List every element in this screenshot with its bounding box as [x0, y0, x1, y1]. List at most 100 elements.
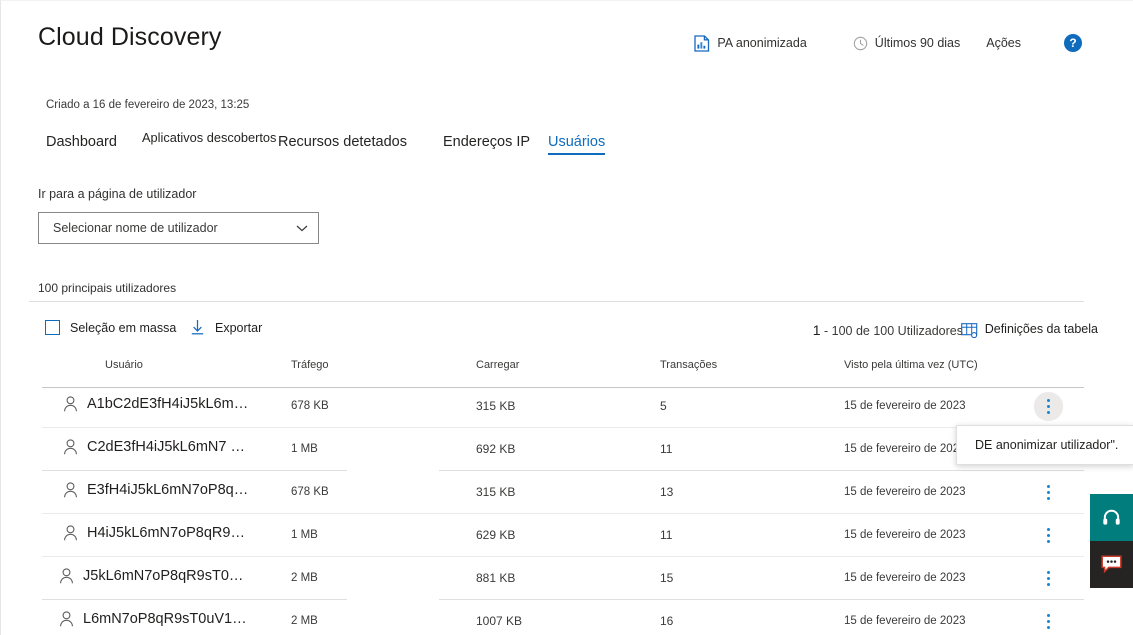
tab-discovered-apps[interactable]: Aplicativos descobertos	[142, 130, 276, 145]
person-icon	[64, 525, 77, 541]
time-range-label: Últimos 90 dias	[874, 36, 961, 50]
feedback-widget[interactable]	[1090, 541, 1133, 588]
cell-upload: 315 KB	[476, 399, 516, 413]
cell-user: H4iJ5kL6mN7oP8qR9…	[63, 525, 245, 541]
cell-user-name: E3fH4iJ5kL6mN7oP8q…	[87, 482, 249, 498]
anonymized-report-button[interactable]: PA anonimizada	[694, 34, 807, 52]
cell-user-name: J5kL6mN7oP8qR9sT0…	[83, 568, 244, 584]
cell-upload: 1007 KB	[476, 614, 523, 628]
cell-last-seen: 15 de fevereiro de 2023	[844, 486, 966, 498]
column-header-transactions[interactable]: Transações	[660, 359, 717, 371]
cell-last-seen: 15 de fevereiro de 2023	[844, 615, 966, 627]
created-timestamp: Criado a 16 de fevereiro de 2023, 13:25	[46, 99, 250, 111]
page-header: Cloud Discovery PA anonimizada Últimos 9…	[1, 1, 1133, 77]
clock-icon	[853, 36, 867, 50]
time-range-button[interactable]: Últimos 90 dias	[853, 36, 960, 51]
cell-upload: 629 KB	[476, 528, 516, 542]
cell-user: J5kL6mN7oP8qR9sT0…	[59, 568, 243, 584]
table-row[interactable]: L6mN7oP8qR9sT0uV1… 2 MB 1007 KB 16 15 de…	[1, 600, 1133, 635]
cell-traffic: 2 MB	[291, 572, 318, 584]
cell-traffic: 678 KB	[291, 486, 329, 498]
row-menu-tooltip: DE anonimizar utilizador".	[956, 425, 1133, 465]
actions-menu-button[interactable]: Ações	[986, 36, 1021, 50]
headset-icon	[1103, 509, 1120, 525]
table-row[interactable]: H4iJ5kL6mN7oP8qR9… 1 MB 629 KB 11 15 de …	[1, 514, 1133, 557]
cell-user-name: C2dE3fH4iJ5kL6mN7 …	[87, 439, 245, 455]
checkbox-icon[interactable]	[45, 320, 60, 335]
cell-upload: 315 KB	[476, 485, 516, 499]
pagination-current: 1	[812, 322, 821, 338]
more-vertical-icon[interactable]	[1034, 392, 1063, 421]
export-button[interactable]: Exportar	[191, 320, 262, 335]
more-vertical-icon[interactable]	[1034, 521, 1063, 550]
cell-traffic: 2 MB	[291, 615, 318, 627]
download-arrow-icon	[191, 320, 204, 335]
user-name-select-value: Selecionar nome de utilizador	[53, 221, 218, 235]
cell-last-seen: 15 de fevereiro de 2023	[844, 400, 966, 412]
bulk-select-toggle[interactable]: Seleção em massa	[45, 320, 176, 335]
cell-last-seen: 15 de fevereiro de 2023	[844, 443, 966, 455]
tab-label: Endereços IP	[443, 134, 531, 150]
tab-detected-resources[interactable]: Recursos detetados	[278, 134, 407, 150]
header-actions: PA anonimizada Últimos 90 dias Ações ?	[694, 34, 1133, 52]
cell-user: E3fH4iJ5kL6mN7oP8q…	[63, 482, 248, 498]
cell-user-name: A1bC2dE3fH4iJ5kL6m…	[87, 396, 249, 412]
actions-menu-label: Ações	[986, 36, 1021, 50]
cloud-discovery-page: Cloud Discovery PA anonimizada Últimos 9…	[0, 0, 1133, 635]
person-icon	[64, 396, 77, 412]
more-vertical-icon[interactable]	[1034, 564, 1063, 593]
column-header-upload[interactable]: Carregar	[476, 359, 519, 371]
export-label: Exportar	[215, 320, 263, 335]
tab-label: Recursos detetados	[278, 134, 407, 150]
pagination-range: - 100 de 100 Utilizadores	[824, 324, 963, 338]
cell-user-name: H4iJ5kL6mN7oP8qR9…	[87, 525, 245, 541]
anonymized-report-label: PA anonimizada	[717, 36, 807, 50]
tab-users[interactable]: Usuários	[548, 134, 606, 155]
column-header-user[interactable]: Usuário	[105, 359, 143, 371]
tab-dashboard[interactable]: Dashboard	[46, 134, 117, 150]
bulk-select-label: Seleção em massa	[70, 320, 177, 335]
cell-upload: 881 KB	[476, 571, 516, 585]
person-icon	[60, 568, 73, 584]
table-toolbar: Seleção em massa Exportar 1 - 100 de 100…	[1, 311, 1133, 349]
cell-transactions: 16	[660, 614, 674, 628]
column-header-traffic[interactable]: Tráfego	[291, 359, 329, 371]
cell-user: A1bC2dE3fH4iJ5kL6m…	[63, 396, 248, 412]
cell-transactions: 11	[660, 528, 673, 542]
users-table: Usuário Tráfego Carregar Transações Vist…	[1, 359, 1133, 635]
floating-widgets	[1090, 494, 1133, 588]
cell-user-name: L6mN7oP8qR9sT0uV1…	[83, 611, 247, 627]
person-icon	[64, 439, 77, 455]
table-settings-button[interactable]: Definições da tabela	[985, 322, 1098, 336]
help-question-icon[interactable]: ?	[1064, 34, 1082, 52]
table-header-row: Usuário Tráfego Carregar Transações Vist…	[1, 359, 1133, 388]
table-caption: 100 principais utilizadores	[38, 281, 177, 295]
caption-divider	[29, 301, 1084, 302]
user-name-select[interactable]: Selecionar nome de utilizador	[38, 212, 319, 244]
cell-traffic: 1 MB	[291, 529, 318, 541]
person-icon	[64, 482, 77, 498]
table-row[interactable]: A1bC2dE3fH4iJ5kL6m… 678 KB 315 KB 5 15 d…	[1, 385, 1133, 428]
table-settings-icon[interactable]	[961, 323, 978, 338]
cell-traffic: 1 MB	[291, 443, 318, 455]
tab-ip-addresses[interactable]: Endereços IP	[443, 134, 530, 150]
column-header-last-seen[interactable]: Visto pela última vez (UTC)	[844, 359, 978, 371]
more-vertical-icon[interactable]	[1034, 478, 1063, 507]
cell-transactions: 11	[660, 442, 673, 456]
tab-label: Dashboard	[46, 134, 117, 150]
cell-traffic: 678 KB	[291, 400, 329, 412]
cell-last-seen: 15 de fevereiro de 2023	[844, 572, 966, 584]
person-icon	[60, 611, 73, 627]
chat-feedback-icon	[1101, 555, 1122, 574]
report-chart-icon	[694, 34, 710, 52]
cell-upload: 692 KB	[476, 442, 516, 456]
more-vertical-icon[interactable]	[1034, 607, 1063, 635]
tab-label: Aplicativos descobertos	[142, 130, 277, 145]
table-row[interactable]: E3fH4iJ5kL6mN7oP8q… 678 KB 315 KB 13 15 …	[1, 471, 1133, 514]
table-row[interactable]: J5kL6mN7oP8qR9sT0… 2 MB 881 KB 15 15 de …	[1, 557, 1133, 600]
support-widget[interactable]	[1090, 494, 1133, 541]
help-glyph: ?	[1069, 36, 1077, 50]
cell-user: L6mN7oP8qR9sT0uV1…	[59, 611, 247, 627]
cell-transactions: 5	[660, 399, 667, 413]
cell-user: C2dE3fH4iJ5kL6mN7 …	[63, 439, 245, 455]
